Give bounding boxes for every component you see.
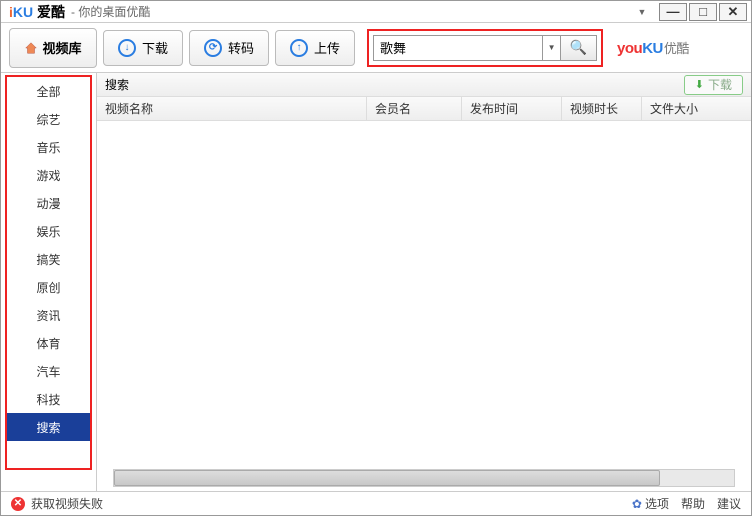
content-header: 搜索 ⬇下载	[97, 73, 751, 97]
app-logo: iKU 爱酷	[9, 2, 65, 22]
gear-icon: ✿	[632, 497, 642, 511]
close-button[interactable]: ✕	[719, 3, 747, 21]
upload-icon: ↑	[290, 39, 308, 57]
app-subtitle: - 你的桌面优酷	[71, 3, 150, 20]
sidebar-item[interactable]: 搜索	[7, 413, 90, 441]
sidebar-item[interactable]: 娱乐	[7, 217, 90, 245]
search-button[interactable]: 🔍	[561, 35, 597, 61]
search-area: ▼ 🔍	[367, 29, 603, 67]
minimize-button[interactable]: —	[659, 3, 687, 21]
status-text: 获取视频失败	[31, 495, 103, 512]
content-download-button[interactable]: ⬇下载	[684, 75, 743, 95]
sidebar-item[interactable]: 汽车	[7, 357, 90, 385]
sidebar-item[interactable]: 资讯	[7, 301, 90, 329]
sidebar-item[interactable]: 游戏	[7, 161, 90, 189]
col-size[interactable]: 文件大小	[642, 97, 751, 120]
table-header: 视频名称 会员名 发布时间 视频时长 文件大小	[97, 97, 751, 121]
download-icon: ↓	[118, 39, 136, 57]
youku-brand: youKU优酷	[617, 38, 689, 57]
sidebar-item[interactable]: 音乐	[7, 133, 90, 161]
table-body	[97, 121, 751, 469]
search-input[interactable]	[373, 35, 543, 61]
sidebar-item[interactable]: 科技	[7, 385, 90, 413]
titlebar: iKU 爱酷 - 你的桌面优酷 ▼ — □ ✕	[1, 1, 751, 23]
help-link[interactable]: 帮助	[681, 495, 705, 512]
transcode-button[interactable]: ⟳转码	[189, 30, 269, 66]
error-icon: ✕	[11, 497, 25, 511]
library-tab[interactable]: 视频库	[9, 28, 97, 68]
col-time[interactable]: 发布时间	[462, 97, 562, 120]
sidebar-item[interactable]: 动漫	[7, 189, 90, 217]
sidebar: 全部综艺音乐游戏动漫娱乐搞笑原创资讯体育汽车科技搜索	[1, 73, 97, 491]
transcode-icon: ⟳	[204, 39, 222, 57]
library-tab-label: 视频库	[42, 38, 81, 57]
sidebar-item[interactable]: 体育	[7, 329, 90, 357]
toolbar: 视频库 ↓下载 ⟳转码 ↑上传 ▼ 🔍 youKU优酷	[1, 23, 751, 73]
col-duration[interactable]: 视频时长	[562, 97, 642, 120]
home-icon	[24, 41, 38, 55]
content-title: 搜索	[105, 76, 129, 93]
titlebar-menu-icon[interactable]: ▼	[633, 3, 651, 21]
scrollbar-thumb[interactable]	[114, 470, 660, 486]
main: 全部综艺音乐游戏动漫娱乐搞笑原创资讯体育汽车科技搜索 搜索 ⬇下载 视频名称 会…	[1, 73, 751, 491]
download-button[interactable]: ↓下载	[103, 30, 183, 66]
horizontal-scrollbar[interactable]	[113, 469, 735, 487]
download-small-icon: ⬇	[695, 78, 704, 91]
col-name[interactable]: 视频名称	[97, 97, 367, 120]
sidebar-item[interactable]: 综艺	[7, 105, 90, 133]
suggest-link[interactable]: 建议	[717, 495, 741, 512]
search-dropdown-icon[interactable]: ▼	[543, 35, 561, 61]
col-member[interactable]: 会员名	[367, 97, 462, 120]
sidebar-item[interactable]: 全部	[7, 77, 90, 105]
search-icon: 🔍	[570, 39, 587, 56]
options-link[interactable]: ✿选项	[632, 495, 669, 512]
sidebar-item[interactable]: 原创	[7, 273, 90, 301]
content: 搜索 ⬇下载 视频名称 会员名 发布时间 视频时长 文件大小	[97, 73, 751, 491]
maximize-button[interactable]: □	[689, 3, 717, 21]
statusbar: ✕ 获取视频失败 ✿选项 帮助 建议	[1, 491, 751, 515]
upload-button[interactable]: ↑上传	[275, 30, 355, 66]
sidebar-item[interactable]: 搞笑	[7, 245, 90, 273]
